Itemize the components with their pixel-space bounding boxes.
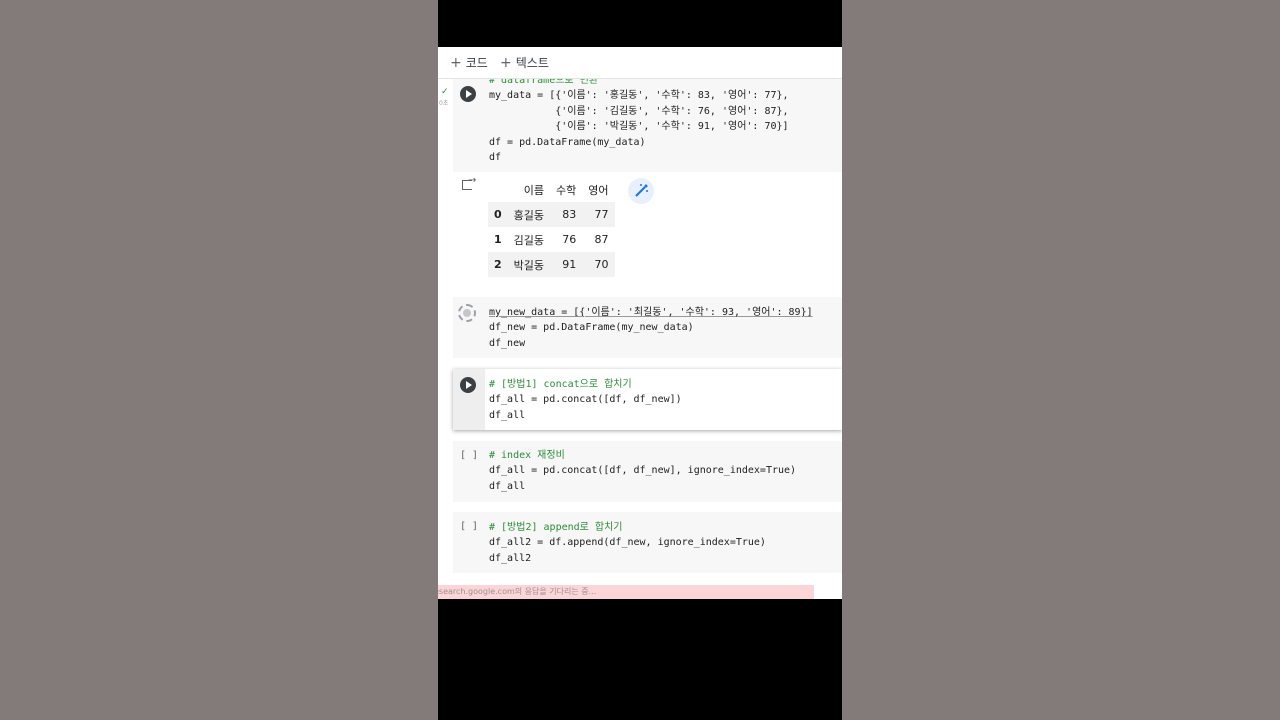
plus-icon: + <box>450 54 462 71</box>
row-index: 2 <box>494 258 502 271</box>
code-line: # index 재정비 <box>489 450 565 461</box>
table-cell: 박길동 <box>513 258 545 272</box>
column-header: 이름 <box>523 183 545 197</box>
cell-bracket[interactable]: [ ] <box>460 521 478 532</box>
pending-run-icon[interactable] <box>458 304 476 322</box>
code-line: {'이름': '김길동', '수학': 76, '영어': 87}, <box>489 105 789 117</box>
run-cell-button[interactable] <box>460 86 476 102</box>
table-cell: 83 <box>562 208 577 221</box>
checkmark-icon: ✓ <box>441 87 449 97</box>
code-line: df_all <box>489 409 526 421</box>
row-index: 1 <box>494 233 502 246</box>
cell-3-code[interactable]: # [방법1] concat으로 합치기 df_all = pd.concat(… <box>489 377 682 423</box>
notebook-toolbar: + 코드 + 텍스트 <box>438 47 842 79</box>
code-line: # [방법2] append로 합치기 <box>489 522 623 533</box>
table-cell: 91 <box>562 258 577 271</box>
code-line: my_new_data = [{'이름': '최길동', '수학': 93, '… <box>489 307 813 318</box>
status-text: esearch.google.com의 응답을 기다리는 중... <box>438 587 597 596</box>
cell-1-code[interactable]: # dataframe으로 변환 my_data = [{'이름': '홍길동'… <box>489 73 789 165</box>
run-cell-button[interactable] <box>460 377 476 393</box>
table-cell: 70 <box>594 258 609 271</box>
code-line: df_all2 = df.append(df_new, ignore_index… <box>489 537 766 549</box>
magic-wand-icon[interactable] <box>628 178 654 204</box>
table-cell: 홍길동 <box>513 208 545 222</box>
code-line: df_all = pd.concat([df, df_new], ignore_… <box>489 465 797 477</box>
table-cell: 76 <box>562 233 577 246</box>
code-line: df = pd.DataFrame(my_data) <box>489 136 646 148</box>
right-blur-background <box>842 0 1280 720</box>
column-header: 수학 <box>556 183 577 197</box>
code-line: df_all2 <box>489 552 532 564</box>
code-line: # [방법1] concat으로 합치기 <box>489 379 632 390</box>
row-index: 0 <box>494 208 502 221</box>
add-code-label: 코드 <box>465 56 488 70</box>
add-code-button[interactable]: + 코드 <box>450 54 488 71</box>
plus-icon: + <box>500 54 512 71</box>
column-header: 영어 <box>588 183 609 197</box>
table-row: 0 홍길동 83 77 <box>488 202 615 227</box>
code-line: df_all = pd.concat([df, df_new]) <box>489 394 682 406</box>
cell-4-code[interactable]: # index 재정비 df_all = pd.concat([df, df_n… <box>489 448 796 494</box>
status-bar: esearch.google.com의 응답을 기다리는 중... <box>438 585 814 599</box>
code-line: df <box>489 152 502 164</box>
table-row: 2 박길동 91 70 <box>488 252 615 277</box>
output-icon[interactable] <box>462 175 476 190</box>
cell-5-code[interactable]: # [방법2] append로 합치기 df_all2 = df.append(… <box>489 520 766 566</box>
table-cell: 87 <box>594 233 609 246</box>
colab-notebook: + 코드 + 텍스트 ✓ 0초 # dataframe으로 변환 my_data… <box>438 47 842 599</box>
dataframe-output: 이름 수학 영어 0 홍길동 83 77 1 김길동 76 87 2 박길동 9… <box>488 177 615 277</box>
phone-frame: + 코드 + 텍스트 ✓ 0초 # dataframe으로 변환 my_data… <box>438 0 842 720</box>
table-header-row: 이름 수학 영어 <box>488 177 615 202</box>
table-cell: 77 <box>594 208 609 221</box>
code-line: df_new <box>489 337 526 349</box>
code-line: my_data = [{'이름': '홍길동', '수학': 83, '영어':… <box>489 90 789 102</box>
cell-2-code[interactable]: my_new_data = [{'이름': '최길동', '수학': 93, '… <box>489 305 813 351</box>
add-text-button[interactable]: + 텍스트 <box>500 54 549 71</box>
table-row: 1 김길동 76 87 <box>488 227 615 252</box>
code-line: {'이름': '박길동', '수학': 91, '영어': 70}] <box>489 121 789 133</box>
left-blur-background <box>0 0 438 720</box>
table-cell: 김길동 <box>513 233 545 247</box>
add-text-label: 텍스트 <box>515 56 549 70</box>
exec-time: 0초 <box>439 100 449 107</box>
column-header <box>488 177 508 202</box>
code-line: df_new = pd.DataFrame(my_new_data) <box>489 322 694 334</box>
code-line: df_all <box>489 480 526 492</box>
cell-bracket[interactable]: [ ] <box>460 450 478 461</box>
